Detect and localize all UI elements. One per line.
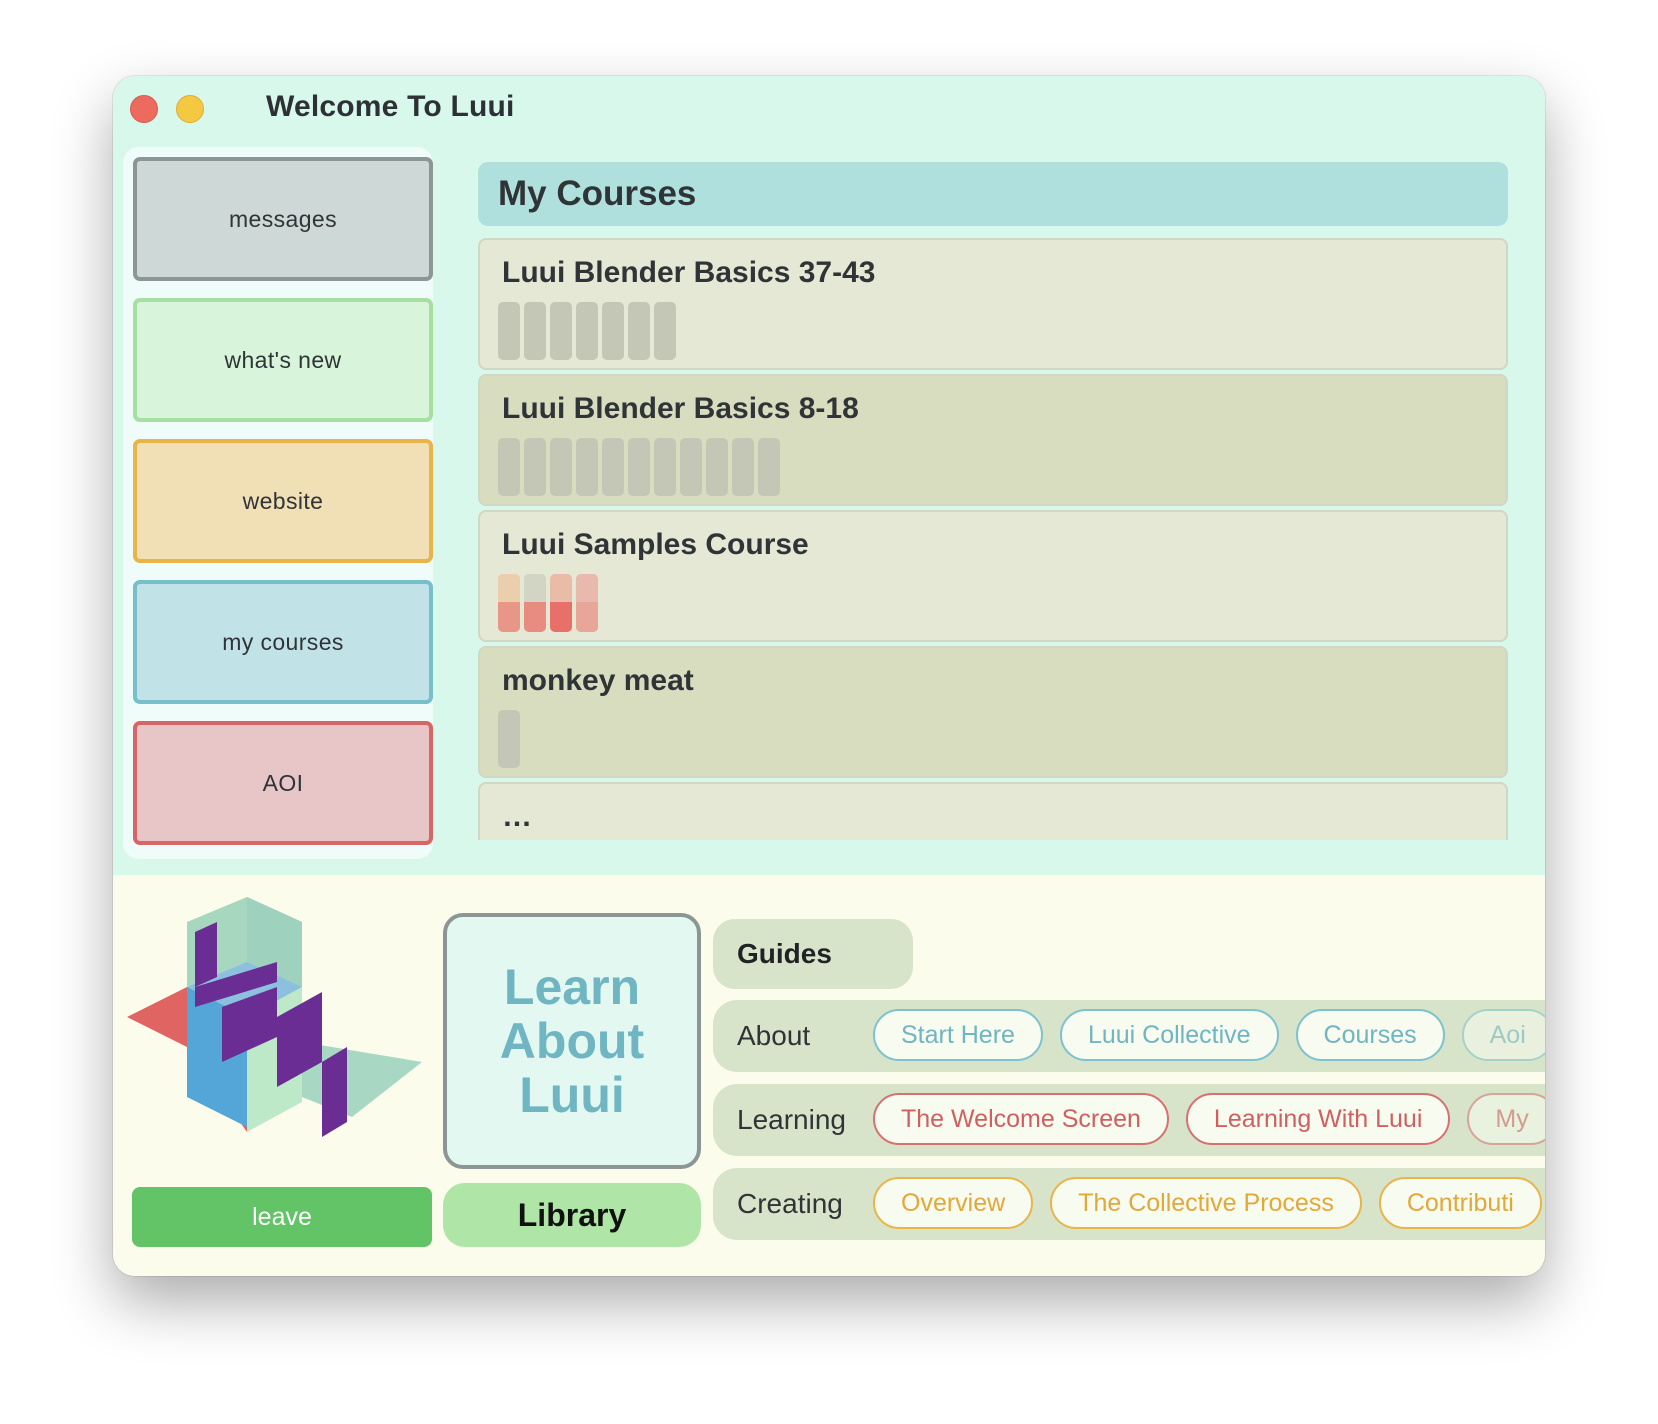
progress-segment [576,438,598,496]
course-title: monkey meat [502,664,694,697]
progress-segment [524,302,546,360]
progress-segment [654,302,676,360]
guide-pill-welcome-screen[interactable]: The Welcome Screen [873,1093,1169,1145]
guide-row-about: About Start Here Luui Collective Courses… [713,1000,1545,1072]
progress-segment [576,574,598,632]
course-progress-bars [498,438,780,496]
guide-row-label: Creating [737,1188,843,1219]
guide-pill-overview[interactable]: Overview [873,1177,1034,1229]
course-progress-bars [498,710,520,768]
course-title: … [502,800,532,833]
title-bar: Welcome To Luui [113,76,1545,146]
learn-about-luui-label: Learn About Luui [499,959,645,1123]
sidebar-item-messages[interactable]: messages [133,157,433,281]
progress-segment [758,438,780,496]
course-title: Luui Samples Course [502,528,809,561]
courses-list[interactable]: My Courses Luui Blender Basics 37-43 Luu… [478,162,1508,840]
guide-pill-learning-with-luui[interactable]: Learning With Luui [1185,1093,1451,1145]
courses-header: My Courses [478,162,1508,226]
progress-segment [550,438,572,496]
progress-segment [602,438,624,496]
progress-segment [680,438,702,496]
guide-row-label: Learning [737,1104,846,1135]
progress-segment [498,438,520,496]
guide-pills: Start Here Luui Collective Courses Aoi [873,1009,1545,1061]
progress-segment [732,438,754,496]
progress-segment [706,438,728,496]
guide-pill-courses[interactable]: Courses [1295,1009,1445,1061]
guide-pill-luui-collective[interactable]: Luui Collective [1059,1009,1279,1061]
guides-tab[interactable]: Guides [713,919,913,989]
progress-segment [524,438,546,496]
progress-segment [498,574,520,632]
guide-pill-my[interactable]: My [1467,1093,1545,1145]
course-card-blender-8-18[interactable]: Luui Blender Basics 8-18 [478,374,1508,506]
guide-row-creating: Creating Overview The Collective Process… [713,1168,1545,1240]
guide-row-label: About [737,1020,811,1051]
sidebar-item-whats-new[interactable]: what's new [133,298,433,422]
guide-pill-contributing[interactable]: Contributi [1378,1177,1542,1229]
sidebar-item-aoi[interactable]: AOI [133,721,433,845]
guide-row-learning: Learning The Welcome Screen Learning Wit… [713,1084,1545,1156]
close-window-button[interactable] [130,95,158,123]
luui-logo [127,897,422,1137]
progress-segment [498,710,520,768]
course-card-partial[interactable]: … [478,782,1508,840]
progress-segment [550,302,572,360]
bottom-panel: leave Learn About Luui Library Guides Ab… [113,875,1545,1276]
progress-segment [654,438,676,496]
progress-segment [498,302,520,360]
course-card-monkey-meat[interactable]: monkey meat [478,646,1508,778]
minimize-window-button[interactable] [176,95,204,123]
course-progress-bars [498,574,598,632]
sidebar-item-website[interactable]: website [133,439,433,563]
course-card-samples[interactable]: Luui Samples Course [478,510,1508,642]
progress-segment [550,574,572,632]
guide-pill-start-here[interactable]: Start Here [873,1009,1043,1061]
guide-pills: Overview The Collective Process Contribu… [873,1177,1542,1229]
window-title: Welcome To Luui [266,90,515,123]
progress-segment [628,302,650,360]
guide-pill-aoi[interactable]: Aoi [1461,1009,1545,1061]
course-title: Luui Blender Basics 8-18 [502,392,859,425]
progress-segment [602,302,624,360]
learn-about-luui-button[interactable]: Learn About Luui [443,913,701,1169]
progress-segment [628,438,650,496]
course-progress-bars [498,302,676,360]
leave-button[interactable]: leave [132,1187,432,1247]
guide-pills: The Welcome Screen Learning With Luui My [873,1093,1545,1145]
library-button[interactable]: Library [443,1183,701,1247]
guide-pill-collective-process[interactable]: The Collective Process [1050,1177,1362,1229]
sidebar: messages what's new website my courses A… [123,147,433,859]
sidebar-item-my-courses[interactable]: my courses [133,580,433,704]
course-card-blender-37-43[interactable]: Luui Blender Basics 37-43 [478,238,1508,370]
app-window: Welcome To Luui messages what's new webs… [113,76,1545,1276]
progress-segment [576,302,598,360]
course-title: Luui Blender Basics 37-43 [502,256,876,289]
progress-segment [524,574,546,632]
